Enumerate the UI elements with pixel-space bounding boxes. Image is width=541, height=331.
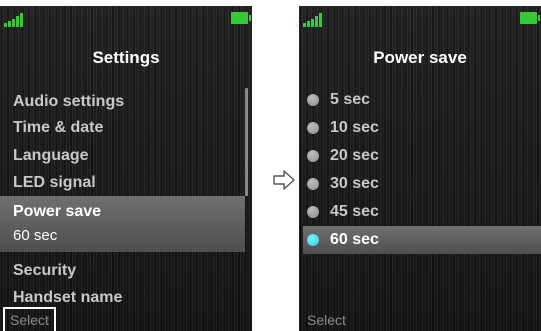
signal-strength-icon bbox=[303, 13, 327, 27]
option-30-sec[interactable]: 30 sec bbox=[303, 170, 541, 198]
option-label: 5 sec bbox=[330, 91, 371, 108]
menu-item-label: Power save bbox=[13, 203, 102, 220]
radio-button-icon bbox=[307, 150, 319, 162]
radio-button-icon bbox=[307, 178, 319, 190]
option-label: 60 sec bbox=[330, 231, 379, 248]
scrollbar[interactable] bbox=[245, 88, 248, 196]
option-label: 20 sec bbox=[330, 147, 379, 164]
menu-item-value: 60 sec bbox=[13, 227, 58, 244]
option-60-sec[interactable]: 60 sec bbox=[303, 226, 541, 254]
option-label: 30 sec bbox=[330, 175, 379, 192]
radio-button-selected-icon bbox=[307, 234, 319, 246]
settings-screen: Settings Audio settings Time & date Lang… bbox=[0, 6, 252, 331]
power-save-screen: Power save 5 sec 10 sec 20 sec 30 sec 45… bbox=[299, 6, 541, 331]
screen-title: Power save bbox=[373, 48, 467, 67]
option-45-sec[interactable]: 45 sec bbox=[303, 198, 541, 226]
select-softkey[interactable]: Select bbox=[3, 307, 56, 331]
option-20-sec[interactable]: 20 sec bbox=[303, 142, 541, 170]
option-label: 45 sec bbox=[330, 203, 379, 220]
select-softkey[interactable]: Select bbox=[302, 309, 351, 331]
battery-full-icon bbox=[520, 12, 540, 24]
option-5-sec[interactable]: 5 sec bbox=[303, 86, 541, 114]
signal-strength-icon bbox=[4, 13, 28, 27]
radio-button-icon bbox=[307, 206, 319, 218]
option-10-sec[interactable]: 10 sec bbox=[303, 114, 541, 142]
battery-full-icon bbox=[231, 12, 251, 24]
radio-button-icon bbox=[307, 122, 319, 134]
menu-item-language[interactable]: Language bbox=[13, 142, 89, 170]
radio-button-icon bbox=[307, 94, 319, 106]
menu-item-power-save[interactable]: Power save 60 sec bbox=[0, 196, 245, 252]
right-arrow-icon bbox=[273, 170, 295, 190]
cropped-caption bbox=[2, 0, 122, 5]
option-label: 10 sec bbox=[330, 119, 379, 136]
menu-item-led-signal[interactable]: LED signal bbox=[13, 169, 96, 197]
menu-item-time-date[interactable]: Time & date bbox=[13, 114, 103, 142]
menu-item-security[interactable]: Security bbox=[13, 257, 76, 285]
menu-item-audio-settings[interactable]: Audio settings bbox=[13, 88, 124, 116]
screen-title: Settings bbox=[92, 48, 160, 67]
